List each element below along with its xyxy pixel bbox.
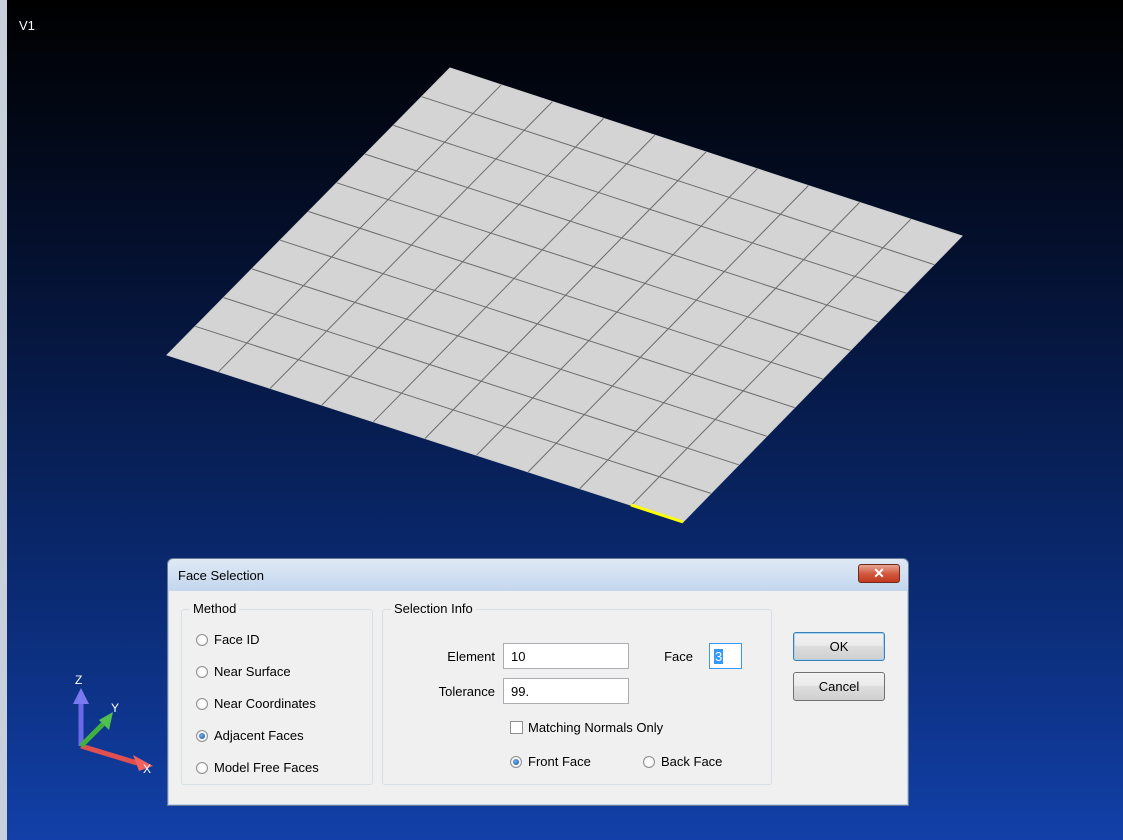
radio-model-free-faces[interactable]: Model Free Faces xyxy=(196,760,319,775)
radio-near-surface[interactable]: Near Surface xyxy=(196,664,291,679)
radio-model-free-faces-button[interactable] xyxy=(196,762,208,774)
dialog-title: Face Selection xyxy=(178,568,264,583)
cancel-button[interactable]: Cancel xyxy=(793,672,885,701)
radio-adjacent-faces[interactable]: Adjacent Faces xyxy=(196,728,304,743)
close-button[interactable]: ✕ xyxy=(858,564,900,583)
matching-normals-label: Matching Normals Only xyxy=(528,720,664,735)
radio-near-coordinates[interactable]: Near Coordinates xyxy=(196,696,316,711)
face-field-value: 3 xyxy=(714,649,724,664)
radio-adjacent-faces-label: Adjacent Faces xyxy=(214,728,304,743)
triad-x-label: X xyxy=(143,762,151,776)
triad-z-label: Z xyxy=(75,673,82,687)
radio-near-surface-label: Near Surface xyxy=(214,664,291,679)
radio-face-id-label: Face ID xyxy=(214,632,260,647)
face-selection-dialog: Face Selection ✕ Method Face ID Near Sur… xyxy=(167,558,909,806)
radio-back-face-button[interactable] xyxy=(643,756,655,768)
radio-model-free-faces-label: Model Free Faces xyxy=(214,760,319,775)
radio-face-id[interactable]: Face ID xyxy=(196,632,260,647)
axis-triad: Z Y X xyxy=(73,673,153,776)
radio-front-face[interactable]: Front Face xyxy=(510,754,591,769)
radio-adjacent-faces-button[interactable] xyxy=(196,730,208,742)
selection-info-group-title: Selection Info xyxy=(391,601,476,616)
face-label: Face xyxy=(664,649,693,664)
radio-face-id-button[interactable] xyxy=(196,634,208,646)
method-group-title: Method xyxy=(190,601,240,616)
tolerance-label: Tolerance xyxy=(438,684,495,699)
element-field[interactable] xyxy=(503,643,629,669)
dialog-titlebar[interactable]: Face Selection ✕ xyxy=(168,559,908,591)
radio-back-face-label: Back Face xyxy=(661,754,723,769)
ok-button[interactable]: OK xyxy=(793,632,885,661)
radio-front-face-label: Front Face xyxy=(528,754,591,769)
radio-near-coordinates-button[interactable] xyxy=(196,698,208,710)
element-label: Element xyxy=(447,649,495,664)
radio-near-surface-button[interactable] xyxy=(196,666,208,678)
matching-normals-checkbox[interactable] xyxy=(510,721,523,734)
triad-y-label: Y xyxy=(111,701,119,715)
dialog-client: Method Face ID Near Surface Near Coordin… xyxy=(175,592,901,798)
matching-normals-checkbox-row[interactable]: Matching Normals Only xyxy=(510,720,663,735)
graphics-viewport[interactable]: V1 Z Y X Face Selection ✕ Method Face ID… xyxy=(0,0,1123,840)
radio-near-coordinates-label: Near Coordinates xyxy=(214,696,316,711)
tolerance-field[interactable] xyxy=(503,678,629,704)
face-field[interactable]: 3 xyxy=(709,643,742,669)
radio-front-face-button[interactable] xyxy=(510,756,522,768)
radio-back-face[interactable]: Back Face xyxy=(643,754,722,769)
